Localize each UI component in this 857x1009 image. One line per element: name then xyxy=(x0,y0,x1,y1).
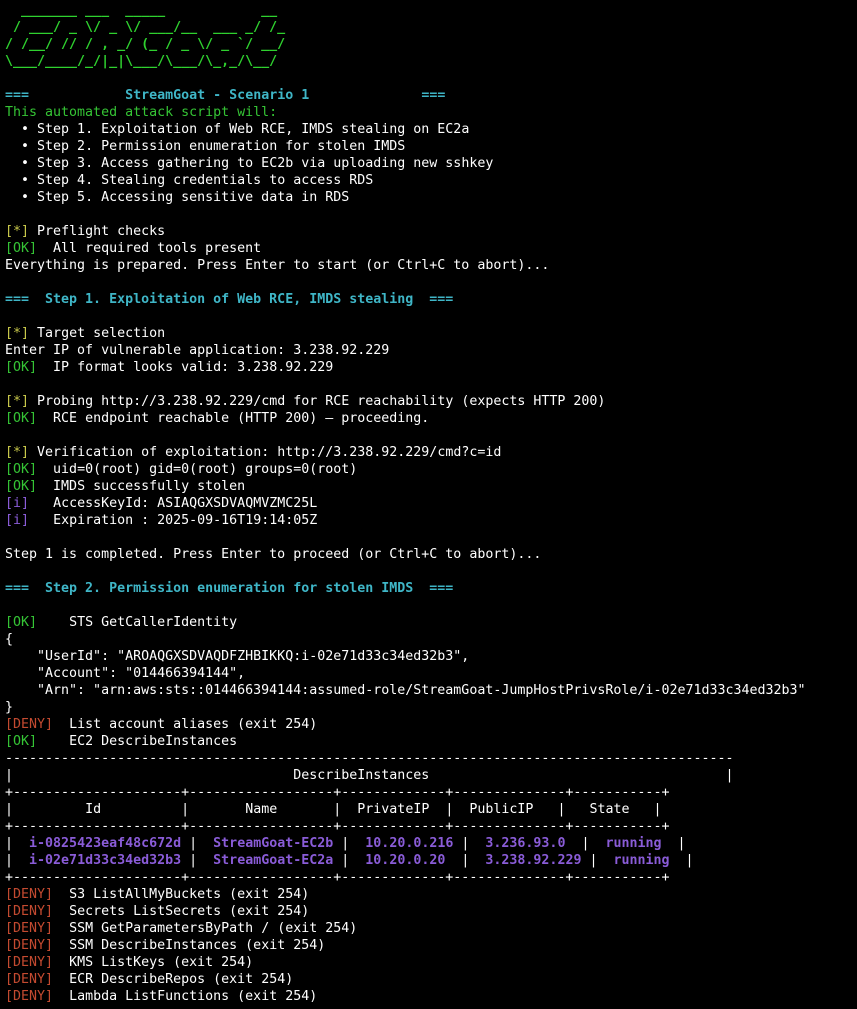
log-line: [OK] STS GetCallerIdentity xyxy=(5,615,238,630)
json-output: "Arn": "arn:aws:sts::014466394144:assume… xyxy=(5,683,806,698)
ok-tag: [OK] xyxy=(5,411,38,426)
prompt-line: Everything is prepared. Press Enter to s… xyxy=(5,258,550,273)
log-line: [*] Preflight checks xyxy=(5,224,166,239)
log-line: [OK] EC2 DescribeInstances xyxy=(5,734,238,749)
log-line: [DENY] Lambda ListFunctions (exit 254) xyxy=(5,989,318,1004)
deny-tag: [DENY] xyxy=(5,955,54,970)
log-line: [OK] uid=0(root) gid=0(root) groups=0(ro… xyxy=(5,462,358,477)
steps-list-item: • Step 2. Permission enumeration for sto… xyxy=(5,139,406,154)
table-border: ----------------------------------------… xyxy=(5,751,734,766)
log-line: [OK] RCE endpoint reachable (HTTP 200) —… xyxy=(5,411,430,426)
deny-tag: [DENY] xyxy=(5,921,54,936)
star-tag: [*] xyxy=(5,326,30,341)
table-title: DescribeInstances xyxy=(293,768,430,783)
info-tag: [i] xyxy=(5,496,30,511)
table-title-row: | DescribeInstances | xyxy=(5,768,734,783)
deny-tag: [DENY] xyxy=(5,717,54,732)
table-border: +---------------------+-----------------… xyxy=(5,870,670,885)
ascii-logo-line: / /__/ // / , _/ (_ / _ \/ _ `/ __/ xyxy=(5,37,286,52)
json-output: } xyxy=(5,700,14,715)
log-line: [i] Expiration : 2025-09-16T19:14:05Z xyxy=(5,513,318,528)
deny-tag: [DENY] xyxy=(5,989,54,1004)
log-line: [DENY] SSM GetParametersByPath / (exit 2… xyxy=(5,921,358,936)
log-line: [DENY] ECR DescribeRepos (exit 254) xyxy=(5,972,294,987)
steps-list-item: • Step 4. Stealing credentials to access… xyxy=(5,173,374,188)
json-output: "Account": "014466394144", xyxy=(5,666,246,681)
intro-text: This automated attack script will: xyxy=(5,105,278,120)
scenario-banner: === StreamGoat - Scenario 1 === xyxy=(5,88,446,103)
log-line: [DENY] KMS ListKeys (exit 254) xyxy=(5,955,254,970)
star-tag: [*] xyxy=(5,445,30,460)
star-tag: [*] xyxy=(5,394,30,409)
ok-tag: [OK] xyxy=(5,241,38,256)
ok-tag: [OK] xyxy=(5,360,38,375)
json-output: "UserId": "AROAQGXSDVAQDFZHBIKKQ:i-02e71… xyxy=(5,649,470,664)
log-line: [OK] IMDS successfully stolen xyxy=(5,479,246,494)
step2-banner: === Step 2. Permission enumeration for s… xyxy=(5,581,454,596)
steps-list-item: • Step 1. Exploitation of Web RCE, IMDS … xyxy=(5,122,470,137)
deny-tag: [DENY] xyxy=(5,938,54,953)
ascii-logo-line: / ___/ _ \/ _ \/ ___/__ ___ _/ /_ xyxy=(5,20,286,35)
ascii-logo: _______ ___ _____ __ / ___/ _ \/ _ \/ __… xyxy=(5,2,857,70)
log-line: [OK] All required tools present xyxy=(5,241,262,256)
table-row: | i-02e71d33c34ed32b3 | StreamGoat-EC2a … xyxy=(5,853,694,868)
log-line: [*] Probing http://3.238.92.229/cmd for … xyxy=(5,394,606,409)
log-line: [i] AccessKeyId: ASIAQGXSDVAQMVZMC25L xyxy=(5,496,318,511)
log-line: [*] Target selection xyxy=(5,326,166,341)
ascii-logo-line: _______ ___ _____ __ xyxy=(5,3,278,18)
log-line: [DENY] List account aliases (exit 254) xyxy=(5,717,318,732)
steps-list-item: • Step 3. Access gathering to EC2b via u… xyxy=(5,156,494,171)
table-row: | i-0825423eaf48c672d | StreamGoat-EC2b … xyxy=(5,836,686,851)
star-tag: [*] xyxy=(5,224,30,239)
log-line: [*] Verification of exploitation: http:/… xyxy=(5,445,502,460)
log-line: [DENY] S3 ListAllMyBuckets (exit 254) xyxy=(5,887,310,902)
ok-tag: [OK] xyxy=(5,734,38,749)
ok-tag: [OK] xyxy=(5,462,38,477)
terminal-output[interactable]: _______ ___ _____ __ / ___/ _ \/ _ \/ __… xyxy=(0,0,857,1005)
deny-tag: [DENY] xyxy=(5,972,54,987)
table-border: +---------------------+-----------------… xyxy=(5,819,670,834)
log-line: [OK] IP format looks valid: 3.238.92.229 xyxy=(5,360,334,375)
log-line: [DENY] SSM DescribeInstances (exit 254) xyxy=(5,938,326,953)
prompt-line: Step 1 is completed. Press Enter to proc… xyxy=(5,547,542,562)
ok-tag: [OK] xyxy=(5,479,38,494)
describe-instances-table: ----------------------------------------… xyxy=(5,750,857,886)
info-tag: [i] xyxy=(5,513,30,528)
ok-tag: [OK] xyxy=(5,615,38,630)
log-line: [DENY] Secrets ListSecrets (exit 254) xyxy=(5,904,310,919)
deny-tag: [DENY] xyxy=(5,904,54,919)
json-output: { xyxy=(5,632,14,647)
table-border: +---------------------+-----------------… xyxy=(5,785,670,800)
ascii-logo-line: \___/____/_/|_|\___/\___/\_,_/\__/ xyxy=(5,54,278,69)
table-header-row: | Id | Name | PrivateIP | PublicIP | Sta… xyxy=(5,802,662,817)
step1-banner: === Step 1. Exploitation of Web RCE, IMD… xyxy=(5,292,454,307)
prompt-line: Enter IP of vulnerable application: 3.23… xyxy=(5,343,390,358)
steps-list-item: • Step 5. Accessing sensitive data in RD… xyxy=(5,190,350,205)
deny-tag: [DENY] xyxy=(5,887,54,902)
